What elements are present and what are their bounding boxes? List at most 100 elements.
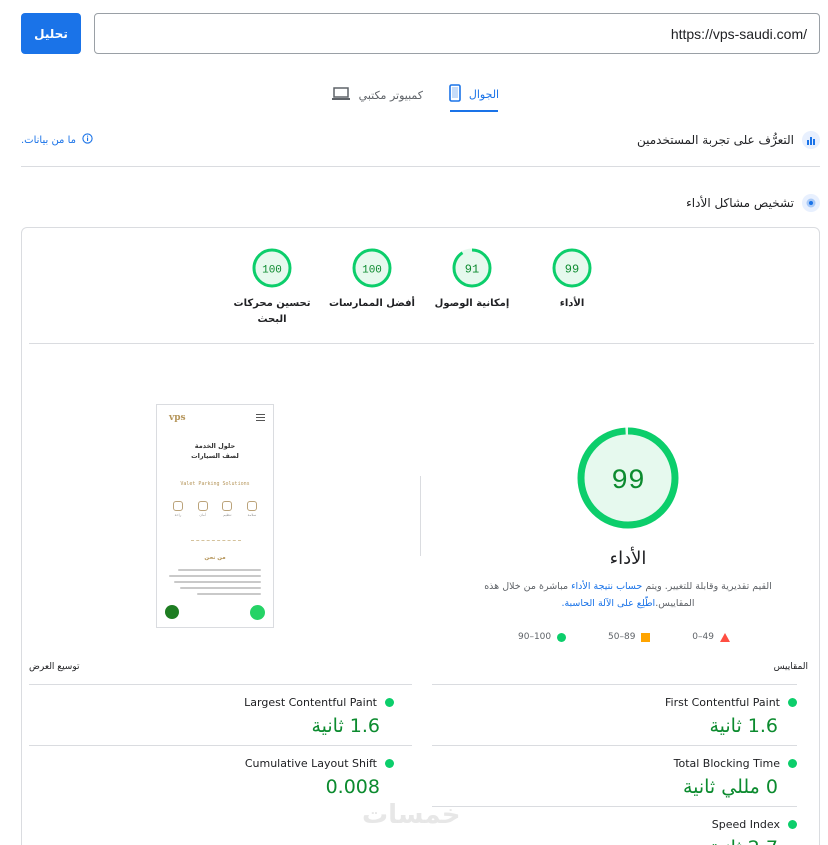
about-heading: من نحن	[204, 555, 226, 561]
metric-value: 0.008	[325, 776, 380, 798]
crux-title-text: التعرُّف على تجربة المستخدمين	[636, 133, 794, 147]
gauge-label: تحسين محركات البحث	[222, 296, 322, 328]
feature-label: راحة	[174, 513, 182, 517]
gauge-accessibility[interactable]: 91 إمكانية الوصول	[422, 248, 522, 312]
legend-average: 50–89	[608, 632, 651, 642]
url-bar: تحليل https://vps-saudi.com/	[21, 13, 820, 54]
gauge-ring: 99	[552, 248, 592, 288]
site-subtitle: Valet Parking Solutions	[180, 481, 250, 487]
legend-range: 90–100	[518, 632, 552, 642]
green-dot-icon	[788, 759, 797, 768]
gauge-label-line2: البحث	[257, 314, 287, 325]
feature-icon	[197, 501, 208, 511]
metrics-header: المقاييس توسيع العرض	[29, 662, 808, 676]
laptop-icon	[331, 86, 351, 104]
gauge-ring: 100	[352, 248, 392, 288]
orange-square-icon	[641, 632, 651, 642]
metric-si: Speed Index 2.7 ثانية	[432, 806, 797, 845]
score-gauges: 99 الأداء 91 إمكانية الوصول 100 أفضل الم…	[22, 248, 821, 348]
green-dot-icon	[788, 820, 797, 829]
metric-cls: Cumulative Layout Shift 0.008	[29, 745, 412, 805]
gauge-label: أفضل الممارسات	[329, 298, 415, 309]
feature-item: سلامة	[245, 501, 259, 517]
feature-item: تنظيم	[220, 501, 234, 517]
feature-label: أمان	[199, 513, 206, 517]
smartphone-icon	[449, 83, 461, 105]
feature-item: راحة	[171, 501, 185, 517]
metric-value: 1.6 ثانية	[311, 715, 380, 737]
metric-name-text: Largest Contentful Paint	[244, 696, 377, 709]
metric-name-text: Speed Index	[711, 818, 780, 831]
feature-icon	[173, 501, 183, 511]
gauge-label: الأداء	[559, 298, 585, 309]
metric-lcp: Largest Contentful Paint 1.6 ثانية	[29, 684, 412, 744]
performance-score: 99	[611, 466, 645, 497]
legend-range: 50–89	[608, 632, 636, 642]
gauge-value: 100	[262, 265, 282, 277]
gauge-performance[interactable]: 99 الأداء	[522, 248, 622, 312]
diagnose-section-header: تشخيص مشاكل الأداء	[21, 190, 820, 216]
gauge-ring: 100	[252, 248, 292, 288]
feature-icon	[246, 501, 257, 511]
metric-value: 2.7 ثانية	[709, 837, 778, 845]
diagnose-title-text: تشخيص مشاكل الأداء	[686, 196, 794, 210]
gauge-value: 91	[465, 263, 479, 277]
gauge-value: 100	[362, 265, 382, 277]
final-screenshot[interactable]: vps حلول الخدمة لصف السيارات Valet Parki…	[156, 404, 274, 628]
users-chart-icon	[802, 131, 820, 149]
device-tabs: الجوال كمبيوتر مكتبي	[0, 78, 828, 112]
green-dot-icon	[557, 632, 567, 642]
gauge-best-practices[interactable]: 100 أفضل الممارسات	[322, 248, 422, 312]
feature-label: تنظيم	[223, 513, 232, 517]
tab-desktop[interactable]: كمبيوتر مكتبي	[331, 78, 423, 112]
text-placeholder-lines	[169, 569, 261, 599]
gauge-label-line1: تحسين محركات	[233, 298, 311, 309]
watermark-logo: خمسات	[362, 800, 461, 830]
analyze-button[interactable]: تحليل	[21, 13, 81, 54]
no-data-text: ما من بيانات.	[21, 134, 76, 146]
desc-text-1: القيم تقديرية وقابلة للتغيير. ويتم	[642, 581, 772, 592]
metric-name-text: Total Blocking Time	[673, 757, 780, 770]
crux-title: التعرُّف على تجربة المستخدمين	[637, 131, 820, 149]
green-dot-icon	[385, 759, 394, 768]
site-logo: vps	[169, 413, 186, 423]
score-legend: 90–100 50–89 0–49	[518, 630, 730, 644]
calc-score-link[interactable]: حساب نتيجة الأداء	[571, 581, 642, 592]
metric-name: Total Blocking Time	[674, 757, 797, 770]
decorative-divider	[191, 537, 241, 541]
performance-title: الأداء	[609, 548, 647, 569]
hamburger-menu-icon	[256, 414, 265, 421]
no-data-link[interactable]: ما من بيانات.	[21, 133, 93, 147]
url-input[interactable]: https://vps-saudi.com/	[94, 13, 820, 54]
gauge-ring: 91	[452, 248, 492, 288]
divider	[420, 476, 421, 556]
headline-line2: لصف السيارات	[191, 452, 239, 460]
gauge-label: إمكانية الوصول	[434, 298, 510, 309]
feature-icons: راحة أمان تنظيم سلامة	[171, 501, 259, 517]
phone-icon	[165, 605, 179, 619]
info-icon	[82, 133, 93, 147]
feature-item: أمان	[196, 501, 210, 517]
metric-name: Cumulative Layout Shift	[245, 757, 394, 770]
diagnose-title: تشخيص مشاكل الأداء	[686, 194, 820, 212]
calculator-link[interactable]: اطّلِع على الآلة الحاسبة.	[561, 598, 655, 609]
metric-fcp: First Contentful Paint 1.6 ثانية	[432, 684, 797, 744]
expand-view-toggle[interactable]: توسيع العرض	[29, 662, 80, 672]
performance-gauge: 99	[576, 426, 680, 530]
red-triangle-icon	[719, 632, 730, 642]
legend-range: 0–49	[692, 632, 714, 642]
metric-name: Largest Contentful Paint	[244, 696, 394, 709]
feature-label: سلامة	[247, 513, 257, 517]
report-card: 99 الأداء 91 إمكانية الوصول 100 أفضل الم…	[21, 227, 820, 845]
tab-desktop-label: كمبيوتر مكتبي	[358, 88, 423, 102]
crux-section-header: التعرُّف على تجربة المستخدمين ما من بيان…	[21, 127, 820, 153]
metric-tbt: Total Blocking Time 0 مللي ثانية	[432, 745, 797, 805]
metric-value: 0 مللي ثانية	[682, 776, 778, 798]
whatsapp-icon	[250, 605, 265, 620]
gauge-value: 99	[565, 263, 579, 277]
green-dot-icon	[788, 698, 797, 707]
gauge-seo[interactable]: 100 تحسين محركات البحث	[222, 248, 322, 328]
tab-mobile[interactable]: الجوال	[449, 78, 499, 112]
metric-name-text: Cumulative Layout Shift	[244, 757, 377, 770]
metric-name: Speed Index	[712, 818, 797, 831]
